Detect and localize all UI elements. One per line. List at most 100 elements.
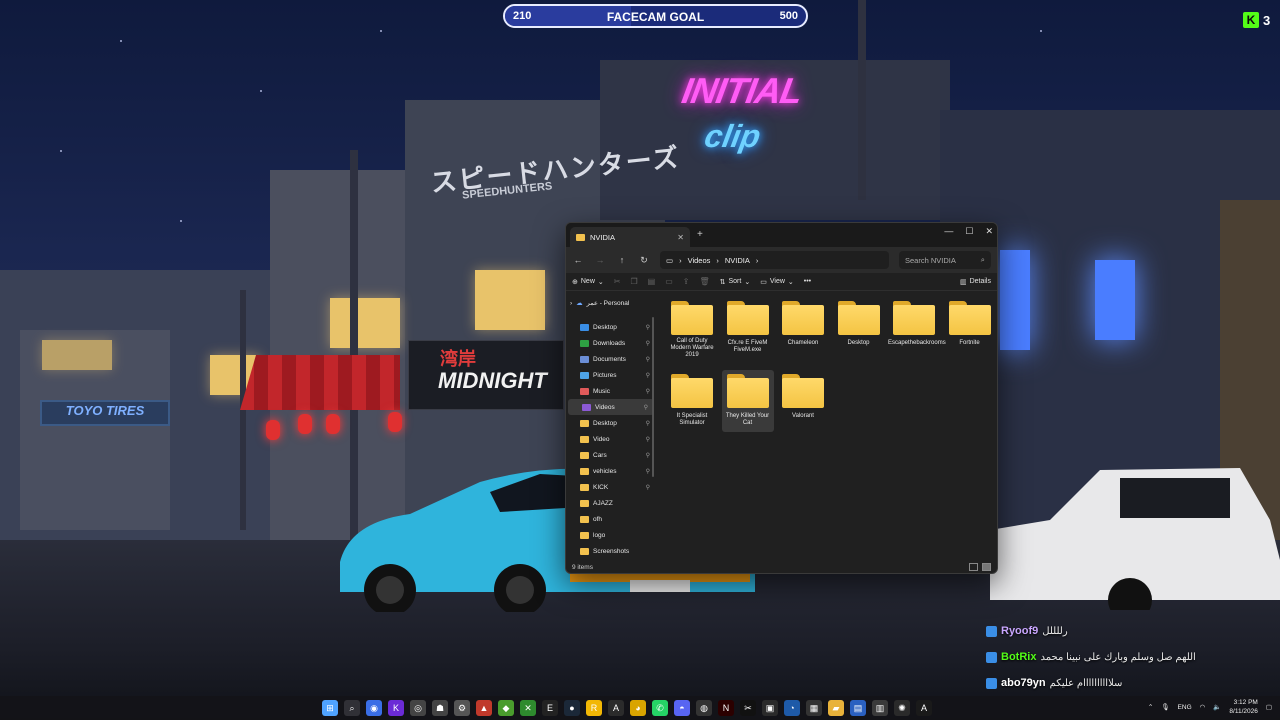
- epic-icon[interactable]: E: [542, 700, 558, 716]
- folder-item[interactable]: Fortnite: [944, 297, 996, 359]
- ring-app-icon[interactable]: ◎: [410, 700, 426, 716]
- ghost-app-icon[interactable]: ☗: [432, 700, 448, 716]
- chrome-icon[interactable]: ◕: [630, 700, 646, 716]
- whatsapp-icon[interactable]: ✆: [652, 700, 668, 716]
- sidebar-item-label: Documents: [593, 355, 626, 363]
- sidebar-item[interactable]: Videos ⚲: [568, 399, 654, 415]
- sidebar-item[interactable]: Pictures ⚲: [566, 367, 656, 383]
- wifi-icon[interactable]: ◠: [1200, 703, 1206, 711]
- folder-item[interactable]: Escapethebackrooms: [888, 297, 946, 359]
- pin-icon: ⚲: [645, 388, 650, 395]
- nvidia-app-icon[interactable]: ◆: [498, 700, 514, 716]
- windows-start-icon[interactable]: ⊞: [322, 700, 338, 716]
- sort-button[interactable]: ⇅ Sort ⌄: [720, 278, 751, 286]
- obs-icon[interactable]: ◍: [696, 700, 712, 716]
- file-explorer-icon[interactable]: ▰: [828, 700, 844, 716]
- xbox-icon[interactable]: ✕: [520, 700, 536, 716]
- address-field[interactable]: ▭ › Videos › NVIDIA ›: [660, 251, 889, 269]
- folder-label: Chameleon: [787, 340, 819, 346]
- rename-icon[interactable]: ▭: [665, 277, 673, 286]
- sidebar-item[interactable]: AJAZZ: [566, 495, 656, 511]
- microphone-icon[interactable]: 🎙: [1161, 703, 1169, 711]
- large-icons-view-icon[interactable]: [982, 563, 991, 571]
- netflix-icon[interactable]: N: [718, 700, 734, 716]
- notepad-icon[interactable]: ▥: [872, 700, 888, 716]
- chevron-up-icon[interactable]: ⌃: [1148, 703, 1153, 711]
- cut-icon[interactable]: ✂: [614, 277, 621, 286]
- details-pane-icon: ▥: [959, 278, 967, 286]
- share-icon[interactable]: ⇪: [683, 277, 690, 286]
- sidebar-item[interactable]: KICK ⚲: [566, 479, 656, 495]
- tab-nvidia[interactable]: NVIDIA ✕: [570, 227, 690, 247]
- details-view-icon[interactable]: [969, 563, 978, 571]
- kick-app-icon[interactable]: K: [388, 700, 404, 716]
- volume-icon[interactable]: 🔈: [1213, 703, 1221, 711]
- neon-sign-subtitle: clip: [701, 118, 764, 154]
- folder-item[interactable]: Call of Duty Modern Warfare 2019: [666, 297, 718, 359]
- more-options-button[interactable]: •••: [804, 278, 811, 285]
- maximize-button[interactable]: ☐: [965, 226, 973, 237]
- details-button[interactable]: ▥ Details: [960, 278, 991, 286]
- browser-icon[interactable]: ◉: [366, 700, 382, 716]
- language-indicator[interactable]: ENG: [1178, 704, 1192, 711]
- calculator-icon[interactable]: ▦: [806, 700, 822, 716]
- folder-item[interactable]: Cfx.re E FiveM FiveM.exe: [722, 297, 774, 359]
- notification-icon[interactable]: ▢: [1266, 703, 1272, 711]
- forward-arrow-icon[interactable]: →: [594, 255, 606, 265]
- minimize-button[interactable]: —: [944, 226, 953, 237]
- folder-item[interactable]: Valorant: [777, 370, 829, 432]
- search-icon[interactable]: ⌕: [344, 700, 360, 716]
- back-arrow-icon[interactable]: ←: [572, 255, 584, 265]
- file-grid: Call of Duty Modern Warfare 2019 Cfx.re E…: [658, 291, 997, 561]
- new-button[interactable]: ⊕ New ⌄: [572, 278, 604, 286]
- sidebar-item[interactable]: logo: [566, 527, 656, 543]
- sidebar-scrollbar[interactable]: [652, 317, 654, 477]
- sidebar-onedrive[interactable]: › ☁ عمر - Personal: [566, 295, 656, 311]
- sidebar-item[interactable]: ofh: [566, 511, 656, 527]
- up-arrow-icon[interactable]: ↑: [616, 255, 628, 265]
- capcut-icon[interactable]: ✂: [740, 700, 756, 716]
- discord-icon[interactable]: ◓: [674, 700, 690, 716]
- breadcrumb-videos[interactable]: Videos: [688, 256, 711, 265]
- sidebar-item[interactable]: Documents ⚲: [566, 351, 656, 367]
- chatgpt-icon[interactable]: ✺: [894, 700, 910, 716]
- sidebar-item[interactable]: vehicles ⚲: [566, 463, 656, 479]
- sidebar-item[interactable]: Screenshots: [566, 543, 656, 559]
- close-window-button[interactable]: ✕: [985, 226, 993, 237]
- tab-close-icon[interactable]: ✕: [677, 233, 684, 242]
- item-count: 9 items: [572, 563, 593, 571]
- new-tab-button[interactable]: +: [697, 229, 703, 240]
- taskbar-apps: ⊞ ⌕ ◉ K ◎ ☗ ⚙ ▲ ◆ ✕ E ● R A ◕ ✆ ◓ ◍ N ✂ ▣ ◔ ▦ ▰ ▤ ▥ ✺ A: [322, 700, 932, 716]
- copy-icon[interactable]: ❐: [630, 277, 637, 286]
- delete-icon[interactable]: 🗑: [699, 277, 709, 286]
- search-input[interactable]: Search NVIDIA ⌕: [899, 251, 991, 269]
- folder-item[interactable]: Chameleon: [777, 297, 829, 359]
- folder-icon: [580, 515, 589, 523]
- search-icon: ⌕: [980, 255, 985, 264]
- sidebar-item[interactable]: Desktop ⚲: [566, 319, 656, 335]
- sidebar-item[interactable]: Desktop ⚲: [566, 415, 656, 431]
- settings-icon[interactable]: ⚙: [454, 700, 470, 716]
- steam-icon[interactable]: ●: [564, 700, 580, 716]
- delta-app-icon[interactable]: ▲: [476, 700, 492, 716]
- kick-badge-icon: [986, 625, 997, 637]
- view-button[interactable]: ▭ View ⌄: [760, 278, 794, 286]
- clock[interactable]: 3:12 PM 8/11/2026: [1229, 698, 1257, 716]
- folder-item[interactable]: Desktop: [833, 297, 885, 359]
- paste-icon[interactable]: ▤: [648, 277, 656, 286]
- file-explorer-window[interactable]: NVIDIA ✕ + — ☐ ✕ ← → ↑ ↻ ▭ › Videos › NV…: [565, 222, 998, 574]
- rockstar-icon[interactable]: R: [586, 700, 602, 716]
- sidebar-item[interactable]: Downloads ⚲: [566, 335, 656, 351]
- nvidia-overlay-icon[interactable]: A: [916, 700, 932, 716]
- adobe-icon[interactable]: A: [608, 700, 624, 716]
- sidebar-item[interactable]: Video ⚲: [566, 431, 656, 447]
- photos-icon[interactable]: ▤: [850, 700, 866, 716]
- sidebar-item[interactable]: Cars ⚲: [566, 447, 656, 463]
- folder-item[interactable]: It Specialist Simulator: [666, 370, 718, 432]
- folder-item[interactable]: They Killed Your Cat: [721, 370, 774, 432]
- vpn-icon[interactable]: ◔: [784, 700, 800, 716]
- sidebar-item[interactable]: Music ⚲: [566, 383, 656, 399]
- breadcrumb-nvidia[interactable]: NVIDIA: [725, 256, 750, 265]
- refresh-icon[interactable]: ↻: [638, 255, 650, 266]
- terminal-icon[interactable]: ▣: [762, 700, 778, 716]
